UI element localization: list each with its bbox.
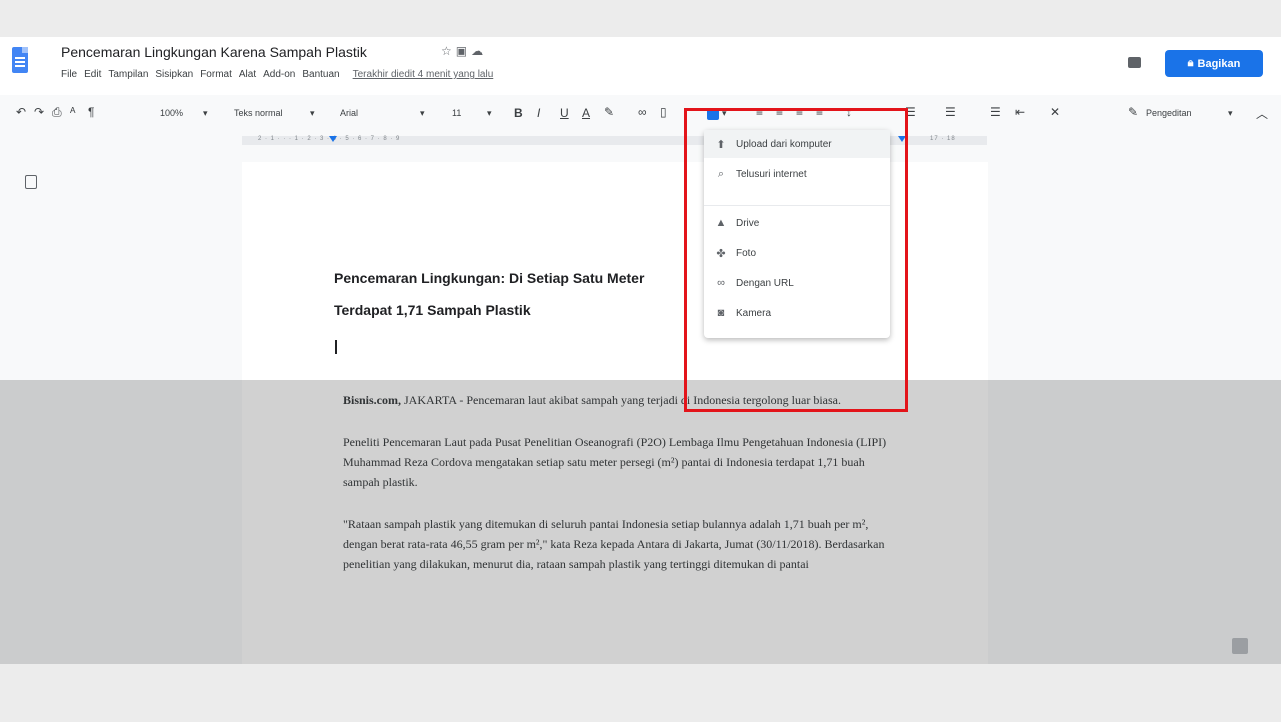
heading-line-1: Pencemaran Lingkungan: Di Setiap Satu Me… bbox=[334, 270, 645, 286]
docs-logo-icon[interactable] bbox=[12, 47, 28, 73]
numbered-list-icon[interactable]: ☰ bbox=[990, 105, 1001, 119]
menu-format[interactable]: Format bbox=[200, 69, 232, 80]
menu-bar: File Edit Tampilan Sisipkan Format Alat … bbox=[61, 69, 493, 80]
line-spacing-icon[interactable]: ↕ bbox=[846, 105, 852, 119]
dim-overlay bbox=[0, 380, 1281, 664]
menu-item-upload[interactable]: ⬆ Upload dari komputer bbox=[704, 130, 890, 158]
align-left-icon[interactable]: ≡ bbox=[756, 105, 763, 119]
paint-format-icon[interactable]: ¶ bbox=[88, 105, 94, 119]
last-edit-link[interactable]: Terakhir diedit 4 menit yang lalu bbox=[353, 69, 494, 80]
print-icon[interactable]: ⎙ bbox=[52, 105, 62, 120]
spellcheck-icon[interactable]: ᴬ bbox=[70, 105, 75, 119]
share-button[interactable]: 🔒︎ Bagikan bbox=[1165, 50, 1263, 77]
chevron-down-icon: ▾ bbox=[420, 108, 425, 118]
comment-add-icon[interactable]: ▯ bbox=[660, 105, 667, 119]
underline-button[interactable]: U bbox=[560, 106, 569, 120]
menu-item-label: Upload dari komputer bbox=[736, 138, 832, 150]
menu-addons[interactable]: Add-on bbox=[263, 69, 295, 80]
zoom-select[interactable]: 100% bbox=[160, 108, 183, 118]
font-size-input[interactable]: 11 bbox=[452, 108, 461, 118]
right-indent-marker[interactable] bbox=[898, 136, 906, 142]
bulleted-list-icon[interactable]: ☰ bbox=[945, 105, 956, 119]
align-justify-icon[interactable]: ≡ bbox=[816, 105, 823, 119]
insert-image-icon[interactable] bbox=[707, 109, 719, 120]
clear-format-icon[interactable]: ✕ bbox=[1050, 105, 1060, 119]
menu-item-photos[interactable]: ✤ Foto bbox=[704, 239, 890, 267]
align-center-icon[interactable]: ≡ bbox=[776, 105, 783, 119]
photos-icon: ✤ bbox=[716, 247, 726, 260]
menu-item-label: Dengan URL bbox=[736, 277, 794, 289]
title-actions: ☆▣☁ bbox=[441, 44, 487, 58]
lock-icon: 🔒︎ bbox=[1187, 57, 1194, 69]
text-color-button[interactable]: A bbox=[582, 106, 590, 120]
menu-file[interactable]: File bbox=[61, 69, 77, 80]
undo-icon[interactable]: ↶ bbox=[16, 105, 26, 119]
link-icon: ∞ bbox=[717, 277, 725, 289]
star-icon[interactable]: ☆ bbox=[441, 44, 456, 58]
chevron-down-icon: ▾ bbox=[310, 108, 315, 118]
ruler[interactable]: 2 · 1 · · · 1 · 2 · 3 · 4 · 5 · 6 · 7 · … bbox=[0, 134, 1281, 148]
menu-item-by-url[interactable]: ∞ Dengan URL bbox=[704, 269, 890, 297]
title-bar: Pencemaran Lingkungan Karena Sampah Plas… bbox=[0, 37, 1281, 95]
bottom-margin bbox=[0, 664, 1281, 722]
font-select[interactable]: Arial bbox=[340, 108, 358, 118]
menu-item-search-web[interactable]: ⌕ Telusuri internet bbox=[704, 160, 890, 188]
menu-help[interactable]: Bantuan bbox=[302, 69, 339, 80]
heading-line-2: Terdapat 1,71 Sampah Plastik bbox=[334, 302, 531, 318]
camera-icon: ◙ bbox=[717, 307, 725, 319]
cloud-status-icon[interactable]: ☁ bbox=[471, 44, 487, 58]
menu-item-label: Drive bbox=[736, 217, 760, 229]
toolbar: ↶ ↷ ⎙ ᴬ ¶ 100% ▾ Teks normal ▾ Arial ▾ 1… bbox=[0, 99, 1281, 133]
google-docs-window: Pencemaran Lingkungan Karena Sampah Plas… bbox=[0, 37, 1281, 664]
move-folder-icon[interactable]: ▣ bbox=[456, 44, 471, 58]
text-cursor bbox=[335, 340, 337, 354]
collapse-menu-icon[interactable]: ︿ bbox=[1256, 105, 1268, 122]
checklist-icon[interactable]: ☰ bbox=[905, 105, 916, 119]
chevron-down-icon: ▾ bbox=[487, 108, 492, 118]
document-heading: Pencemaran Lingkungan: Di Setiap Satu Me… bbox=[334, 262, 704, 326]
document-outline-icon[interactable] bbox=[25, 175, 37, 189]
editing-mode-select[interactable]: Pengeditan bbox=[1146, 108, 1192, 118]
comments-icon[interactable] bbox=[1128, 57, 1141, 68]
pencil-icon: ✎ bbox=[1128, 105, 1139, 119]
menu-item-label: Telusuri internet bbox=[736, 168, 807, 180]
menu-insert[interactable]: Sisipkan bbox=[155, 69, 193, 80]
ruler-labels-right: 17 · 18 bbox=[930, 136, 956, 142]
chevron-down-icon: ▾ bbox=[203, 108, 208, 118]
search-icon: ⌕ bbox=[717, 167, 725, 180]
menu-item-label: Foto bbox=[736, 247, 757, 259]
menu-divider bbox=[704, 205, 890, 206]
link-icon[interactable]: ∞ bbox=[638, 105, 647, 119]
italic-button[interactable]: I bbox=[537, 106, 540, 120]
menu-item-camera[interactable]: ◙ Kamera bbox=[704, 299, 890, 327]
menu-view[interactable]: Tampilan bbox=[108, 69, 148, 80]
menu-item-label: Kamera bbox=[736, 307, 772, 319]
share-label: Bagikan bbox=[1197, 57, 1241, 70]
upload-icon: ⬆ bbox=[716, 138, 726, 151]
menu-edit[interactable]: Edit bbox=[84, 69, 101, 80]
chevron-down-icon: ▾ bbox=[722, 108, 727, 118]
redo-icon[interactable]: ↷ bbox=[34, 105, 44, 119]
insert-image-menu: ⬆ Upload dari komputer ⌕ Telusuri intern… bbox=[704, 130, 890, 338]
indent-decrease-icon[interactable]: ⇤ bbox=[1015, 105, 1025, 119]
top-margin bbox=[0, 0, 1281, 37]
menu-tools[interactable]: Alat bbox=[239, 69, 256, 80]
menu-item-drive[interactable]: ▲ Drive bbox=[704, 209, 890, 237]
drive-icon: ▲ bbox=[715, 217, 727, 229]
style-select[interactable]: Teks normal bbox=[234, 108, 283, 118]
highlight-icon[interactable]: ✎ bbox=[604, 105, 614, 119]
chevron-down-icon: ▾ bbox=[1228, 108, 1233, 118]
bold-button[interactable]: B bbox=[514, 106, 523, 120]
align-right-icon[interactable]: ≡ bbox=[796, 105, 803, 119]
document-title[interactable]: Pencemaran Lingkungan Karena Sampah Plas… bbox=[61, 44, 367, 60]
left-indent-marker[interactable] bbox=[329, 136, 337, 142]
